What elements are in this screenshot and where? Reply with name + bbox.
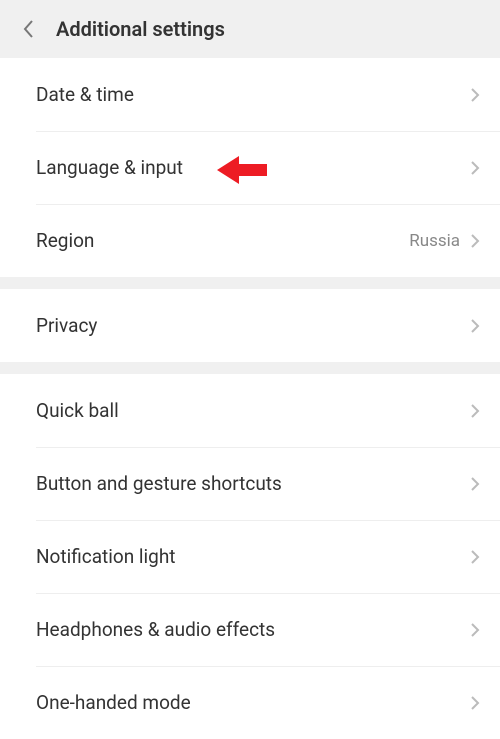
row-region[interactable]: Region Russia [0, 204, 500, 277]
row-quick-ball[interactable]: Quick ball [0, 374, 500, 447]
row-value: Russia [409, 231, 460, 251]
back-button[interactable] [16, 17, 40, 41]
chevron-right-icon [470, 695, 480, 711]
row-label: One-handed mode [36, 691, 470, 714]
row-label: Quick ball [36, 399, 470, 422]
chevron-right-icon [470, 403, 480, 419]
row-label: Language & input [36, 156, 470, 179]
row-privacy[interactable]: Privacy [0, 289, 500, 362]
chevron-right-icon [470, 549, 480, 565]
settings-group: Privacy [0, 289, 500, 362]
chevron-right-icon [470, 233, 480, 249]
row-label: Date & time [36, 83, 470, 106]
row-date-time[interactable]: Date & time [0, 58, 500, 131]
row-headphones-audio[interactable]: Headphones & audio effects [0, 593, 500, 666]
chevron-right-icon [470, 160, 480, 176]
row-label: Notification light [36, 545, 470, 568]
settings-group: Quick ball Button and gesture shortcuts … [0, 374, 500, 739]
chevron-right-icon [470, 87, 480, 103]
chevron-right-icon [470, 318, 480, 334]
page-title: Additional settings [56, 17, 225, 41]
row-label: Headphones & audio effects [36, 618, 470, 641]
chevron-right-icon [470, 476, 480, 492]
chevron-left-icon [22, 19, 34, 39]
settings-group: Date & time Language & input Region Russ… [0, 58, 500, 277]
row-label: Button and gesture shortcuts [36, 472, 470, 495]
row-language-input[interactable]: Language & input [0, 131, 500, 204]
row-one-handed[interactable]: One-handed mode [0, 666, 500, 739]
header: Additional settings [0, 0, 500, 58]
chevron-right-icon [470, 622, 480, 638]
row-notification-light[interactable]: Notification light [0, 520, 500, 593]
row-label: Privacy [36, 314, 470, 337]
row-label: Region [36, 229, 409, 252]
row-button-gesture[interactable]: Button and gesture shortcuts [0, 447, 500, 520]
